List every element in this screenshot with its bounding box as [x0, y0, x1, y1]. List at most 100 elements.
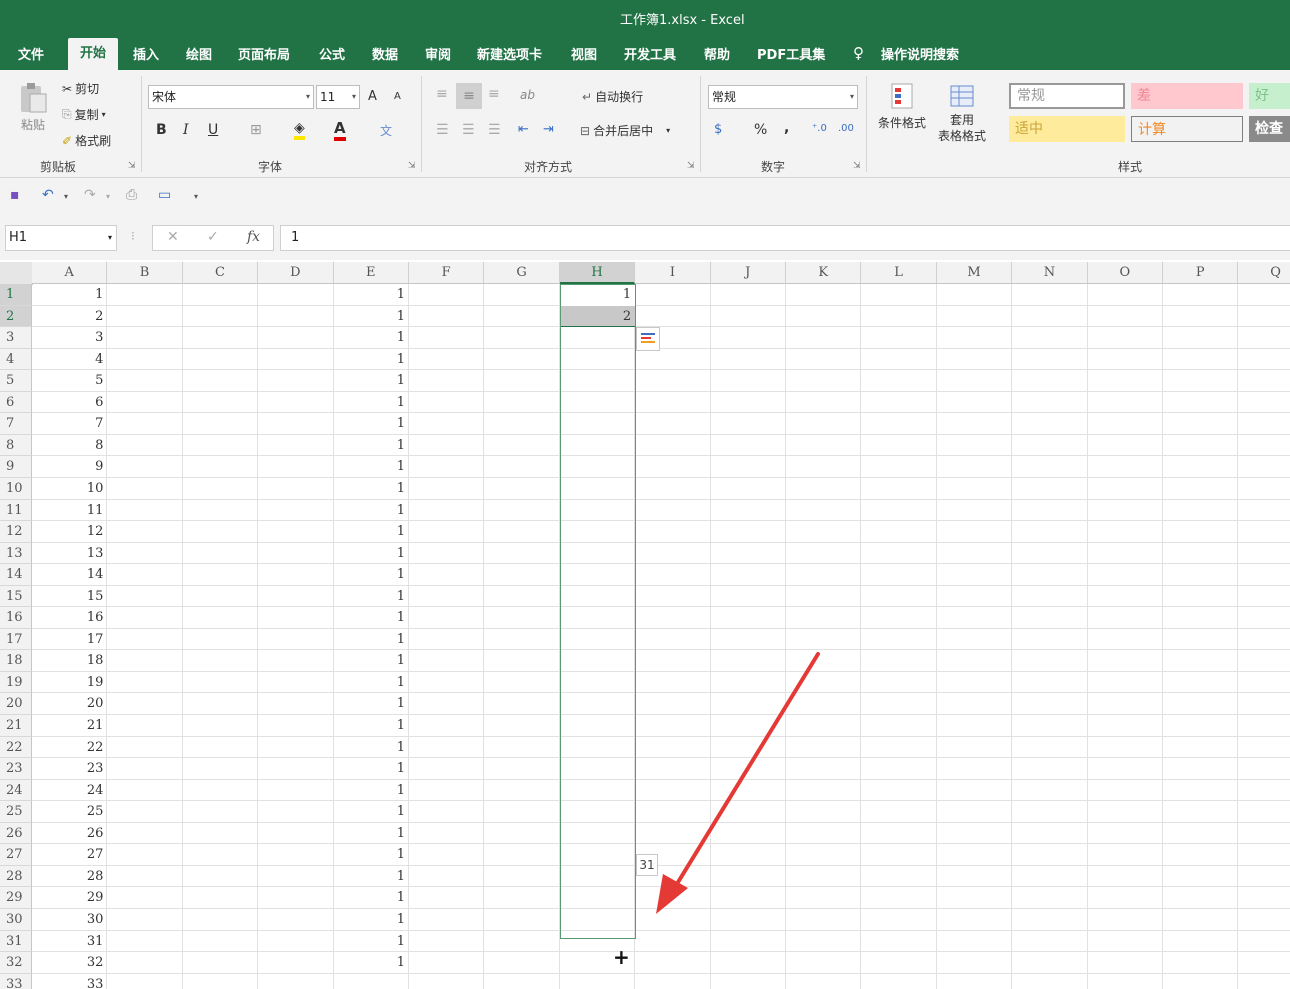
dialog-launcher-icon[interactable]: ⇲ — [408, 161, 416, 171]
row-header[interactable]: 13 — [0, 542, 32, 565]
cell-a[interactable]: 8 — [32, 435, 107, 456]
cell-e[interactable]: 1 — [334, 780, 409, 801]
cell-e[interactable]: 1 — [334, 715, 409, 736]
grow-font-button[interactable]: A — [368, 89, 377, 104]
row-header[interactable]: 32 — [0, 952, 32, 974]
cell-a[interactable]: 24 — [32, 780, 107, 801]
cell-e[interactable]: 1 — [334, 543, 409, 564]
column-header-j[interactable]: J — [710, 262, 786, 284]
row-header[interactable]: 15 — [0, 585, 32, 608]
column-header-o[interactable]: O — [1087, 262, 1163, 284]
column-header-m[interactable]: M — [936, 262, 1013, 284]
cell-e[interactable]: 1 — [334, 887, 409, 908]
cell-e[interactable]: 1 — [334, 909, 409, 930]
row-header[interactable]: 16 — [0, 607, 32, 629]
tab-help[interactable]: 帮助 — [704, 44, 730, 63]
row-header[interactable]: 33 — [0, 973, 32, 989]
column-header-c[interactable]: C — [182, 262, 259, 284]
tab-home[interactable]: 开始 — [68, 38, 119, 70]
cell-a[interactable]: 11 — [32, 500, 107, 521]
row-header[interactable]: 3 — [0, 327, 32, 349]
conditional-format-button[interactable]: 条件格式 — [878, 82, 926, 131]
format-painter-button[interactable]: ✐ 格式刷 — [62, 132, 111, 149]
style-neutral[interactable]: 适中 — [1009, 116, 1125, 142]
border-icon[interactable]: ⊞ — [250, 122, 262, 138]
cell-a[interactable]: 3 — [32, 327, 107, 348]
row-header[interactable]: 12 — [0, 521, 32, 543]
select-all-corner[interactable] — [0, 262, 33, 285]
row-header[interactable]: 26 — [0, 822, 32, 845]
row-header[interactable]: 6 — [0, 391, 32, 414]
align-center-icon[interactable]: ☰ — [462, 122, 475, 138]
insert-function-button[interactable]: fx — [247, 229, 260, 245]
cell-a[interactable]: 17 — [32, 629, 107, 650]
dialog-launcher-icon[interactable]: ⇲ — [687, 161, 695, 171]
cell-e[interactable]: 1 — [334, 435, 409, 456]
cell-a[interactable]: 26 — [32, 823, 107, 844]
cell-a[interactable]: 29 — [32, 887, 107, 908]
tab-new[interactable]: 新建选项卡 — [477, 44, 542, 63]
cell-e[interactable]: 1 — [334, 521, 409, 542]
cell-a[interactable]: 2 — [32, 306, 107, 327]
tab-formulas[interactable]: 公式 — [319, 44, 345, 63]
cell-a[interactable]: 33 — [32, 974, 107, 989]
cell-a[interactable]: 9 — [32, 456, 107, 477]
row-header[interactable]: 4 — [0, 348, 32, 371]
cell-e[interactable]: 1 — [334, 866, 409, 887]
row-header[interactable]: 31 — [0, 930, 32, 953]
cell-e[interactable]: 1 — [334, 844, 409, 865]
column-header-n[interactable]: N — [1012, 262, 1088, 284]
column-header-d[interactable]: D — [258, 262, 334, 284]
chevron-down-icon[interactable]: ▾ — [64, 192, 68, 201]
cell-e[interactable]: 1 — [334, 586, 409, 607]
formula-input[interactable]: 1 — [280, 225, 1290, 251]
cell-e[interactable]: 1 — [334, 478, 409, 499]
cell-e[interactable]: 1 — [334, 693, 409, 714]
cell-a[interactable]: 31 — [32, 931, 107, 952]
tab-pdf-tools[interactable]: PDF工具集 — [757, 44, 825, 63]
row-header[interactable]: 1 — [0, 284, 32, 306]
column-header-k[interactable]: K — [786, 262, 862, 284]
cell-e[interactable]: 1 — [334, 931, 409, 952]
cell-e[interactable]: 1 — [334, 327, 409, 348]
column-header-l[interactable]: L — [861, 262, 937, 284]
cell-a[interactable]: 23 — [32, 758, 107, 779]
cell-e[interactable]: 1 — [334, 607, 409, 628]
row-header[interactable]: 28 — [0, 865, 32, 888]
align-top-icon[interactable]: ≡ — [436, 86, 448, 102]
cell-a[interactable]: 5 — [32, 370, 107, 391]
tab-review[interactable]: 审阅 — [425, 44, 451, 63]
enter-button[interactable]: ✓ — [207, 229, 219, 245]
format-as-table-button[interactable]: 套用 表格格式 — [938, 82, 986, 144]
align-right-icon[interactable]: ☰ — [488, 122, 501, 138]
column-header-h[interactable]: H — [559, 262, 636, 284]
cell-e[interactable]: 1 — [334, 672, 409, 693]
cell-a[interactable]: 14 — [32, 564, 107, 585]
cut-button[interactable]: ✂ 剪切 — [62, 80, 99, 97]
font-size-select[interactable]: 11 ▾ — [316, 85, 360, 109]
row-header[interactable]: 23 — [0, 758, 32, 780]
decrease-indent-icon[interactable]: ⇤ — [518, 122, 529, 137]
cell-a[interactable]: 6 — [32, 392, 107, 413]
cancel-button[interactable]: ✕ — [167, 229, 179, 245]
dialog-launcher-icon[interactable]: ⇲ — [128, 161, 136, 171]
column-header-g[interactable]: G — [484, 262, 560, 284]
row-header[interactable]: 5 — [0, 370, 32, 392]
column-header-b[interactable]: B — [107, 262, 183, 284]
style-calculation[interactable]: 计算 — [1131, 116, 1243, 142]
tab-file[interactable]: 文件 — [18, 44, 44, 63]
cell-a[interactable]: 25 — [32, 801, 107, 822]
row-header[interactable]: 9 — [0, 456, 32, 478]
row-header[interactable]: 11 — [0, 499, 32, 522]
cell-a[interactable]: 10 — [32, 478, 107, 499]
row-header[interactable]: 24 — [0, 779, 32, 802]
italic-button[interactable]: I — [183, 122, 189, 138]
row-header[interactable]: 17 — [0, 628, 32, 651]
cell-e[interactable]: 1 — [334, 284, 409, 305]
row-header[interactable]: 2 — [0, 305, 32, 328]
screen-icon[interactable]: ▭ — [158, 187, 171, 203]
cell-e[interactable]: 1 — [334, 737, 409, 758]
save-icon[interactable]: ▪ — [10, 187, 20, 203]
increase-decimal-button[interactable]: ⁺.0 — [812, 123, 827, 134]
cell-a[interactable]: 27 — [32, 844, 107, 865]
